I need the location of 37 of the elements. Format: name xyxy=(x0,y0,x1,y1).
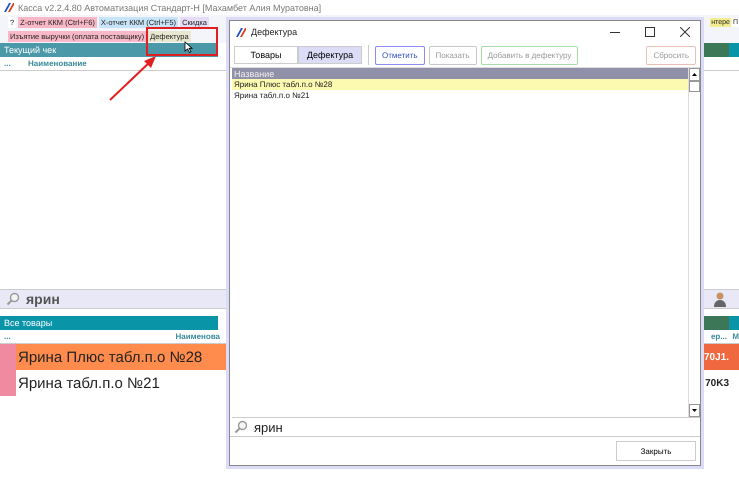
close-dialog-button[interactable]: Закрыть xyxy=(616,441,696,461)
scroll-up-button[interactable] xyxy=(689,68,700,81)
close-icon xyxy=(680,27,690,37)
maximize-icon xyxy=(645,27,655,37)
column-header: ... xyxy=(3,59,12,68)
panel-title: Все товары xyxy=(3,318,52,328)
window-title: Касса v2.2.4.80 Автоматизация Стандарт-Н [Махамбет Алия Муратовна] xyxy=(18,2,322,12)
tab[interactable]: Товары xyxy=(234,46,298,64)
column-header: Название xyxy=(232,68,688,79)
search-icon xyxy=(234,420,248,434)
list-row[interactable]: Ярина Плюс табл.п.о №28 xyxy=(232,79,688,90)
scroll-thumb[interactable] xyxy=(689,81,700,92)
column-header: ... xyxy=(3,332,12,341)
highlight-frame xyxy=(146,27,218,56)
panel-title: Текущий чек xyxy=(3,45,56,55)
scroll-down-button[interactable] xyxy=(689,404,700,417)
user-icon[interactable] xyxy=(712,291,726,307)
search-icon xyxy=(6,292,20,306)
action-button[interactable]: Отметить xyxy=(375,46,425,64)
app-logo-icon xyxy=(4,3,14,12)
tab[interactable]: Дефектура xyxy=(298,46,362,64)
search-field[interactable]: ярин xyxy=(254,420,283,434)
column-header: ер... xyxy=(710,332,727,341)
search-field[interactable]: ярин xyxy=(26,291,60,307)
product-code: 70K3 xyxy=(704,376,730,390)
product-name[interactable]: Ярина табл.п.о №21 xyxy=(16,370,230,396)
list-row[interactable]: Ярина табл.п.о №21 xyxy=(232,90,688,101)
pointer-arrow xyxy=(108,54,158,102)
down-arrow-icon xyxy=(692,409,697,412)
app-logo-icon xyxy=(236,28,246,36)
column-header: Наименова xyxy=(174,332,220,341)
column-header: Наименование xyxy=(27,59,88,68)
row-marker xyxy=(0,370,16,396)
dialog-title: Дефектура xyxy=(251,27,298,37)
row-marker xyxy=(0,344,16,370)
up-arrow-icon xyxy=(692,73,697,76)
column-header: М xyxy=(731,332,739,341)
